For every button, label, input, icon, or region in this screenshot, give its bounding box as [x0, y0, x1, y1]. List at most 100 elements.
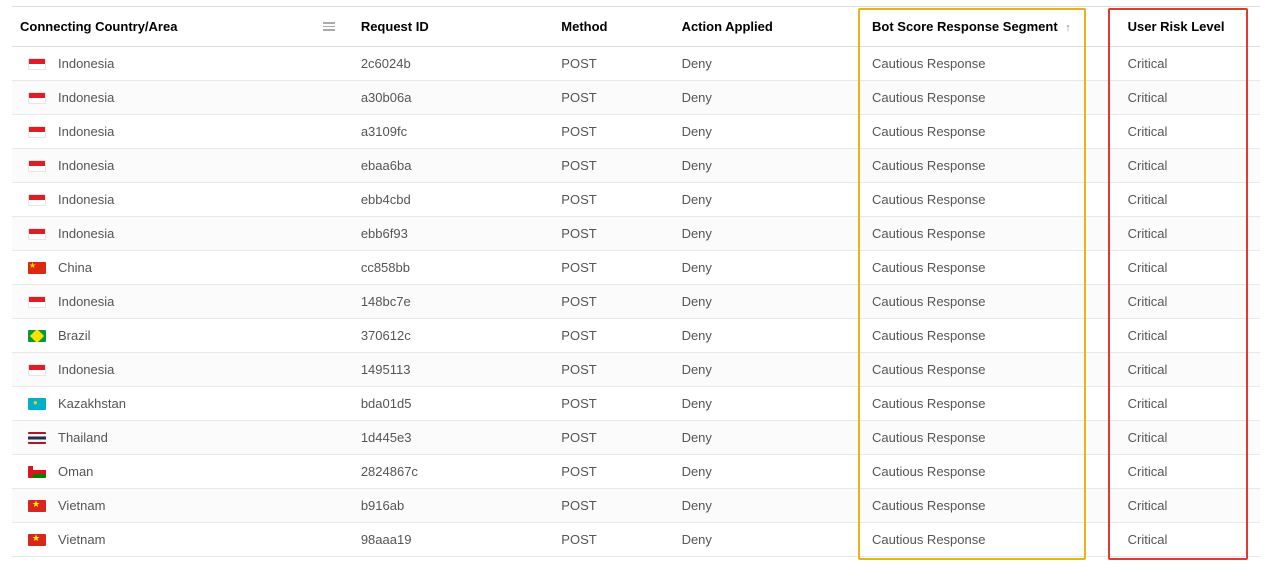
cell-country: Oman	[12, 455, 353, 489]
sort-asc-icon: ↑	[1065, 22, 1071, 34]
cell-bot-score: Cautious Response	[864, 285, 1120, 319]
cell-method: POST	[553, 523, 673, 557]
flag-icon	[28, 398, 46, 410]
cell-request-id: cc858bb	[353, 251, 553, 285]
column-menu-icon[interactable]	[323, 19, 335, 31]
cell-bot-score: Cautious Response	[864, 149, 1120, 183]
table-row[interactable]: Indonesiaebb4cbdPOSTDenyCautious Respons…	[12, 183, 1260, 217]
cell-method: POST	[553, 421, 673, 455]
cell-risk: Critical	[1120, 421, 1260, 455]
table-row[interactable]: Indonesiaebb6f93POSTDenyCautious Respons…	[12, 217, 1260, 251]
col-header-country[interactable]: Connecting Country/Area	[12, 7, 353, 47]
cell-action: Deny	[674, 489, 864, 523]
cell-action: Deny	[674, 319, 864, 353]
cell-country: Indonesia	[12, 81, 353, 115]
cell-country: Indonesia	[12, 47, 353, 81]
col-header-request[interactable]: Request ID	[353, 7, 553, 47]
cell-risk: Critical	[1120, 81, 1260, 115]
country-label: Indonesia	[58, 91, 114, 106]
cell-request-id: 148bc7e	[353, 285, 553, 319]
cell-request-id: 2824867c	[353, 455, 553, 489]
cell-action: Deny	[674, 421, 864, 455]
cell-bot-score: Cautious Response	[864, 523, 1120, 557]
cell-bot-score: Cautious Response	[864, 387, 1120, 421]
cell-request-id: 1d445e3	[353, 421, 553, 455]
cell-method: POST	[553, 183, 673, 217]
flag-icon	[28, 160, 46, 172]
cell-risk: Critical	[1120, 353, 1260, 387]
cell-risk: Critical	[1120, 455, 1260, 489]
cell-request-id: ebb4cbd	[353, 183, 553, 217]
cell-method: POST	[553, 455, 673, 489]
cell-bot-score: Cautious Response	[864, 183, 1120, 217]
cell-risk: Critical	[1120, 115, 1260, 149]
cell-risk: Critical	[1120, 251, 1260, 285]
cell-action: Deny	[674, 81, 864, 115]
col-header-label: Bot Score Response Segment	[872, 19, 1058, 34]
cell-risk: Critical	[1120, 47, 1260, 81]
table-row[interactable]: Indonesiaebaa6baPOSTDenyCautious Respons…	[12, 149, 1260, 183]
country-label: Indonesia	[58, 159, 114, 174]
country-label: Indonesia	[58, 57, 114, 72]
country-label: Indonesia	[58, 125, 114, 140]
table-row[interactable]: Brazil370612cPOSTDenyCautious ResponseCr…	[12, 319, 1260, 353]
country-label: Oman	[58, 465, 93, 480]
table-row[interactable]: Chinacc858bbPOSTDenyCautious ResponseCri…	[12, 251, 1260, 285]
table-row[interactable]: Kazakhstanbda01d5POSTDenyCautious Respon…	[12, 387, 1260, 421]
flag-icon	[28, 330, 46, 342]
country-label: Vietnam	[58, 499, 105, 514]
country-label: Indonesia	[58, 227, 114, 242]
cell-risk: Critical	[1120, 489, 1260, 523]
cell-risk: Critical	[1120, 285, 1260, 319]
table-header-row: Connecting Country/Area Request ID Metho…	[12, 7, 1260, 47]
col-header-method[interactable]: Method	[553, 7, 673, 47]
cell-bot-score: Cautious Response	[864, 47, 1120, 81]
table-row[interactable]: Vietnamb916abPOSTDenyCautious ResponseCr…	[12, 489, 1260, 523]
table-row[interactable]: Indonesia2c6024bPOSTDenyCautious Respons…	[12, 47, 1260, 81]
flag-icon	[28, 194, 46, 206]
col-header-bot-score[interactable]: Bot Score Response Segment ↑	[864, 7, 1120, 47]
table-row[interactable]: Thailand1d445e3POSTDenyCautious Response…	[12, 421, 1260, 455]
table-row[interactable]: Indonesia148bc7ePOSTDenyCautious Respons…	[12, 285, 1260, 319]
cell-country: Vietnam	[12, 489, 353, 523]
cell-method: POST	[553, 217, 673, 251]
cell-bot-score: Cautious Response	[864, 115, 1120, 149]
flag-icon	[28, 126, 46, 138]
cell-action: Deny	[674, 455, 864, 489]
cell-risk: Critical	[1120, 217, 1260, 251]
cell-country: Thailand	[12, 421, 353, 455]
cell-country: Brazil	[12, 319, 353, 353]
cell-risk: Critical	[1120, 183, 1260, 217]
cell-method: POST	[553, 47, 673, 81]
cell-risk: Critical	[1120, 319, 1260, 353]
cell-country: Indonesia	[12, 183, 353, 217]
cell-country: Vietnam	[12, 523, 353, 557]
cell-country: Indonesia	[12, 149, 353, 183]
cell-method: POST	[553, 489, 673, 523]
cell-bot-score: Cautious Response	[864, 455, 1120, 489]
cell-request-id: 2c6024b	[353, 47, 553, 81]
flag-icon	[28, 92, 46, 104]
flag-icon	[28, 228, 46, 240]
cell-risk: Critical	[1120, 149, 1260, 183]
cell-bot-score: Cautious Response	[864, 81, 1120, 115]
cell-method: POST	[553, 149, 673, 183]
flag-icon	[28, 364, 46, 376]
country-label: Indonesia	[58, 193, 114, 208]
flag-icon	[28, 296, 46, 308]
table-row[interactable]: Indonesiaa3109fcPOSTDenyCautious Respons…	[12, 115, 1260, 149]
table-row[interactable]: Indonesiaa30b06aPOSTDenyCautious Respons…	[12, 81, 1260, 115]
table-row[interactable]: Oman 2824867cPOSTDenyCautious ResponseCri…	[12, 455, 1260, 489]
col-header-action[interactable]: Action Applied	[674, 7, 864, 47]
col-header-label: User Risk Level	[1128, 19, 1225, 34]
cell-action: Deny	[674, 115, 864, 149]
cell-request-id: ebb6f93	[353, 217, 553, 251]
col-header-label: Action Applied	[682, 19, 773, 34]
cell-method: POST	[553, 387, 673, 421]
col-header-risk[interactable]: User Risk Level	[1120, 7, 1260, 47]
table-row[interactable]: Indonesia1495113POSTDenyCautious Respons…	[12, 353, 1260, 387]
cell-method: POST	[553, 81, 673, 115]
cell-country: Indonesia	[12, 115, 353, 149]
cell-action: Deny	[674, 523, 864, 557]
table-row[interactable]: Vietnam98aaa19POSTDenyCautious ResponseC…	[12, 523, 1260, 557]
